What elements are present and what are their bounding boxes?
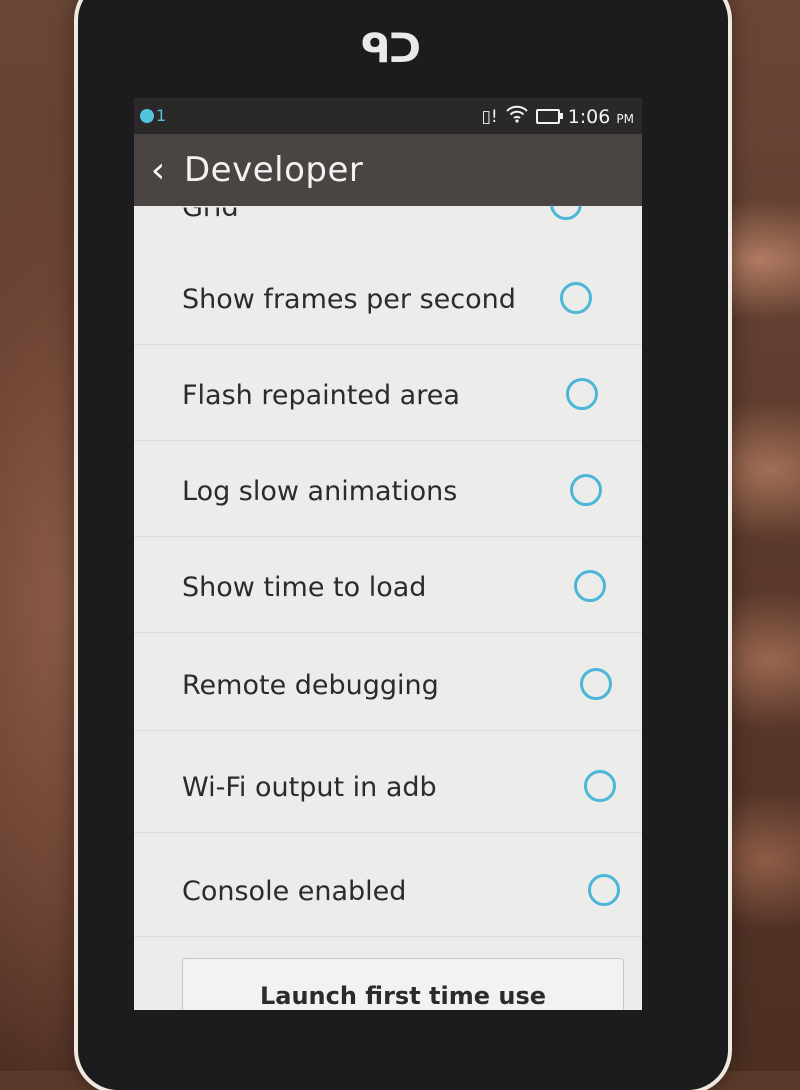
phone-screen: 1 ▯! 1:06 PM ‹ Developer Grid Show frame… <box>134 98 642 1010</box>
list-item-show-time-to-load[interactable]: Show time to load <box>134 538 642 633</box>
list-item-wifi-output-adb[interactable]: Wi-Fi output in adb <box>134 738 642 833</box>
notification-icon <box>140 109 154 123</box>
page-title: Developer <box>184 150 364 190</box>
status-icons: ▯! 1:06 PM <box>482 105 634 128</box>
setting-checkbox[interactable] <box>570 474 602 506</box>
setting-checkbox[interactable] <box>584 770 616 802</box>
sim-icon: ▯! <box>481 106 498 127</box>
wifi-icon <box>505 105 528 128</box>
device-logo: ᑫᑐ <box>360 26 421 72</box>
list-item-log-slow-animations[interactable]: Log slow animations <box>134 442 642 537</box>
list-item-console-enabled[interactable]: Console enabled <box>134 842 642 937</box>
setting-checkbox[interactable] <box>566 378 598 410</box>
status-bar: 1 ▯! 1:06 PM <box>134 98 642 134</box>
chevron-left-icon[interactable]: ‹ <box>136 150 180 191</box>
setting-label: Show time to load <box>182 572 427 603</box>
setting-label: Flash repainted area <box>182 380 460 411</box>
notification-count: 1 <box>156 106 167 125</box>
setting-label: Show frames per second <box>182 284 516 315</box>
setting-label: Wi-Fi output in adb <box>182 772 437 803</box>
setting-label: Log slow animations <box>182 476 458 507</box>
clock: 1:06 PM <box>568 106 634 128</box>
clock-suffix: PM <box>616 111 634 126</box>
list-item-flash-repainted[interactable]: Flash repainted area <box>134 346 642 441</box>
setting-checkbox[interactable] <box>588 874 620 906</box>
setting-label: Remote debugging <box>182 670 439 701</box>
setting-checkbox[interactable] <box>580 668 612 700</box>
setting-checkbox[interactable] <box>574 570 606 602</box>
notification-indicator[interactable]: 1 <box>140 106 166 125</box>
setting-checkbox[interactable] <box>560 282 592 314</box>
launch-first-time-use-button[interactable]: Launch first time use <box>182 958 624 1010</box>
battery-icon <box>535 109 563 124</box>
list-item-show-fps[interactable]: Show frames per second <box>134 250 642 345</box>
list-item-remote-debugging[interactable]: Remote debugging <box>134 636 642 731</box>
clock-time: 1:06 <box>567 105 611 128</box>
app-header: ‹ Developer <box>134 134 642 206</box>
setting-label: Console enabled <box>182 876 407 907</box>
